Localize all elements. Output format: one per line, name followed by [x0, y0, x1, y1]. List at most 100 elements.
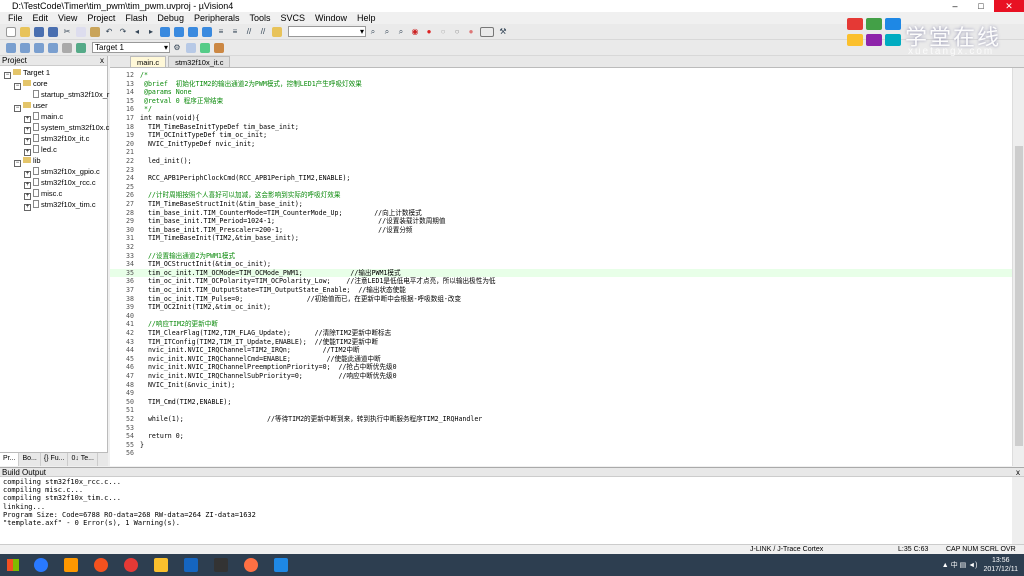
tree-item[interactable]: − lib	[0, 156, 107, 167]
code-line[interactable]: 49	[110, 389, 1012, 398]
incremental-find-icon[interactable]: ⌕	[382, 27, 392, 37]
open-folder-icon[interactable]	[20, 26, 30, 37]
bookmark-icon[interactable]	[160, 26, 170, 37]
code-line[interactable]: 52 while(1); //等待TIM2的更新中断到来，转到执行中断服务程序T…	[110, 415, 1012, 424]
tree-item[interactable]: − user	[0, 101, 107, 112]
tree-toggle-icon[interactable]: −	[14, 83, 21, 90]
menu-window[interactable]: Window	[315, 12, 347, 24]
disable-breakpoint-icon[interactable]: ○	[438, 27, 448, 37]
code-line[interactable]: 13 @brief 初始化TIM2的输出通道2为PWM模式，控制LED1产生呼吸…	[110, 80, 1012, 89]
code-line[interactable]: 43 TIM_ITConfig(TIM2,TIM_IT_Update,ENABL…	[110, 338, 1012, 347]
code-line[interactable]: 30 tim_base_init.TIM_Prescaler=200-1; //…	[110, 226, 1012, 235]
build-icon[interactable]	[20, 42, 30, 53]
menu-debug[interactable]: Debug	[157, 12, 184, 24]
tree-toggle-icon[interactable]: −	[4, 72, 11, 79]
unindent-icon[interactable]: ≡	[230, 27, 240, 37]
code-line[interactable]: 38 tim_oc_init.TIM_Pulse=0; //初始值而已，在更新中…	[110, 295, 1012, 304]
code-line[interactable]: 17 int main(void){	[110, 114, 1012, 123]
code-line[interactable]: 40	[110, 312, 1012, 321]
copy-icon[interactable]	[76, 26, 86, 37]
code-line[interactable]: 15 @retval 0 程序正常结束	[110, 97, 1012, 106]
paste-icon[interactable]	[90, 26, 100, 37]
code-line[interactable]: 37 tim_oc_init.TIM_OutputState=TIM_Outpu…	[110, 286, 1012, 295]
stop-build-icon[interactable]	[62, 42, 72, 53]
tree-item[interactable]: + system_stm32f10x.c	[0, 122, 109, 134]
tab-books[interactable]: Bo...	[19, 453, 41, 466]
tree-toggle-icon[interactable]: +	[24, 115, 31, 123]
tree-toggle-icon[interactable]: +	[24, 181, 31, 189]
maximize-button[interactable]: □	[968, 0, 994, 12]
tree-item[interactable]: + stm32f10x_gpio.c	[0, 166, 107, 178]
translate-icon[interactable]	[6, 42, 16, 53]
code-line[interactable]: 19 TIM_OCInitTypeDef tim_oc_init;	[110, 131, 1012, 140]
code-line[interactable]: 28 tim_base_init.TIM_CounterMode=TIM_Cou…	[110, 209, 1012, 218]
configure-icon[interactable]: ⚒	[498, 27, 508, 37]
network-icon[interactable]: ▤	[960, 561, 967, 569]
clear-bookmarks-icon[interactable]	[202, 26, 212, 37]
find-in-files-icon[interactable]	[272, 26, 282, 37]
code-line[interactable]: 33 //设置输出通道2为PWM1模式	[110, 252, 1012, 261]
code-line[interactable]: 27 TIM_TimeBaseStructInit(&tim_base_init…	[110, 200, 1012, 209]
menu-svcs[interactable]: SVCS	[281, 12, 306, 24]
code-area[interactable]: 12/* 13 @brief 初始化TIM2的输出通道2为PWM模式，控制LED1…	[110, 68, 1012, 466]
ime-indicator[interactable]: 中	[951, 560, 958, 570]
target-select[interactable]: Target 1	[92, 42, 170, 53]
code-line[interactable]: 23	[110, 166, 1012, 175]
code-line[interactable]: 44 nvic_init.NVIC_IRQChannel=TIM2_IRQn; …	[110, 346, 1012, 355]
taskbar-app[interactable]	[146, 554, 176, 576]
menu-help[interactable]: Help	[357, 12, 376, 24]
code-line[interactable]: 48 NVIC_Init(&nvic_init);	[110, 381, 1012, 390]
code-line[interactable]: 39 TIM_OC2Init(TIM2,&tim_oc_init);	[110, 303, 1012, 312]
rebuild-icon[interactable]	[34, 42, 44, 53]
redo-icon[interactable]: ↷	[118, 27, 128, 37]
code-line[interactable]: 34 TIM_OCStructInit(&tim_oc_init);	[110, 260, 1012, 269]
tray-up-arrow-icon[interactable]: ▲	[942, 562, 949, 569]
menu-peripherals[interactable]: Peripherals	[194, 12, 240, 24]
comment-icon[interactable]: //	[244, 27, 254, 37]
code-line[interactable]: 24 RCC_APB1PeriphClockCmd(RCC_APB1Periph…	[110, 174, 1012, 183]
tree-item[interactable]: − core	[0, 79, 107, 90]
code-line[interactable]: 53	[110, 424, 1012, 433]
code-line[interactable]: 26 //计时周期按照个人喜好可以加减，这会影响到实际的呼吸灯效果	[110, 191, 1012, 200]
view-window-icon[interactable]	[480, 26, 494, 37]
save-all-icon[interactable]	[48, 26, 58, 37]
code-line[interactable]: 47 nvic_init.NVIC_IRQChannelSubPriority=…	[110, 372, 1012, 381]
batch-build-icon[interactable]	[48, 42, 58, 53]
tree-item[interactable]: + main.c	[0, 111, 107, 123]
taskbar-app[interactable]	[116, 554, 146, 576]
menu-flash[interactable]: Flash	[125, 12, 147, 24]
menu-tools[interactable]: Tools	[249, 12, 270, 24]
code-line[interactable]: 36 tim_oc_init.TIM_OCPolarity=TIM_OCPola…	[110, 277, 1012, 286]
code-line[interactable]: 51	[110, 406, 1012, 415]
breakpoint-icon[interactable]: ●	[424, 27, 434, 37]
indent-icon[interactable]: ≡	[216, 27, 226, 37]
disable-all-icon[interactable]: ●	[466, 27, 476, 37]
tree-toggle-icon[interactable]: −	[14, 104, 21, 112]
find-icon[interactable]: ⌕	[368, 27, 378, 37]
tree-item[interactable]: + stm32f10x_it.c	[0, 133, 107, 145]
menu-edit[interactable]: Edit	[33, 12, 49, 24]
start-button[interactable]	[0, 554, 26, 576]
code-line[interactable]: 41 //响应TIM2的更新中断	[110, 320, 1012, 329]
taskbar-app[interactable]	[206, 554, 236, 576]
kill-breakpoint-icon[interactable]: ○	[452, 27, 462, 37]
save-icon[interactable]	[34, 26, 44, 37]
menu-file[interactable]: File	[8, 12, 23, 24]
taskbar-app[interactable]	[266, 554, 296, 576]
editor-tab-main-c[interactable]: main.c	[130, 56, 167, 67]
project-panel-close-button[interactable]: x	[100, 56, 104, 66]
code-line[interactable]: 14 @params None	[110, 88, 1012, 97]
code-line[interactable]: 54 return 0;	[110, 432, 1012, 441]
tree-item[interactable]: + stm32f10x_rcc.c	[0, 177, 107, 189]
next-bookmark-icon[interactable]	[188, 26, 198, 37]
code-line[interactable]: 29 tim_base_init.TIM_Period=1024-1; //设置…	[110, 217, 1012, 226]
magnifier-icon[interactable]: ◉	[410, 27, 420, 37]
tree-toggle-icon[interactable]: −	[14, 159, 21, 167]
tree-toggle-icon[interactable]: +	[24, 126, 31, 134]
taskbar-app[interactable]	[236, 554, 266, 576]
prev-bookmark-icon[interactable]	[174, 26, 184, 37]
taskbar-app[interactable]	[26, 554, 56, 576]
code-line[interactable]: 42 TIM_ClearFlag(TIM2,TIM_FLAG_Update); …	[110, 329, 1012, 338]
tree-toggle-icon[interactable]: +	[24, 203, 31, 211]
tree-toggle-icon[interactable]: +	[24, 192, 31, 200]
